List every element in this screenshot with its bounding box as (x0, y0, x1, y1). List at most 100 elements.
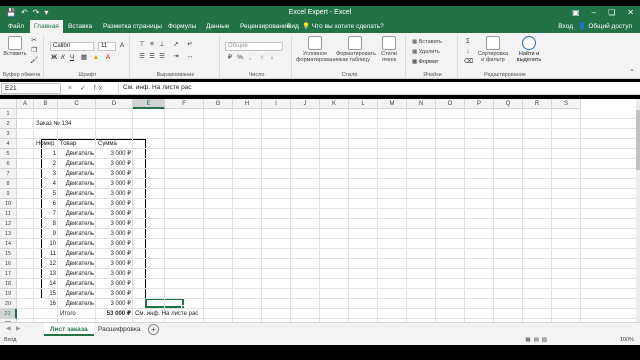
row-header-7[interactable]: 7 (0, 169, 17, 179)
cell-item-name[interactable]: Двигатель (58, 209, 96, 219)
cell-item-number[interactable]: 1 (34, 149, 58, 159)
cell-item-sum[interactable]: 3 000 ₽ (96, 239, 133, 249)
zoom-level[interactable]: 100% (620, 336, 634, 345)
column-header-g[interactable]: G (204, 99, 233, 109)
cell-item-number[interactable]: 16 (34, 299, 58, 309)
row-header-13[interactable]: 13 (0, 229, 17, 239)
cell-item-number[interactable]: 9 (34, 229, 58, 239)
format-as-table-button[interactable]: Форматировать как таблицу (336, 36, 376, 63)
cell-item-sum[interactable]: 3 000 ₽ (96, 259, 133, 269)
row-header-19[interactable]: 19 (0, 289, 17, 299)
fill-icon[interactable]: ↓ (464, 48, 472, 56)
cell-item-number[interactable]: 14 (34, 279, 58, 289)
cut-icon[interactable]: ✂ (30, 37, 38, 45)
italic-icon[interactable]: К (59, 54, 67, 62)
cell-item-name[interactable]: Двигатель (58, 159, 96, 169)
column-header-h[interactable]: H (233, 99, 262, 109)
cell-item-sum[interactable]: 3 000 ₽ (96, 269, 133, 279)
cell-header-item[interactable]: Товар (58, 139, 96, 149)
align-top-icon[interactable]: ⊤ (138, 41, 146, 49)
orientation-icon[interactable]: ➚ (172, 41, 180, 49)
row-header-14[interactable]: 14 (0, 239, 17, 249)
column-header-j[interactable]: J (291, 99, 320, 109)
tab-insert[interactable]: Вставка (64, 20, 96, 33)
row-header-18[interactable]: 18 (0, 279, 17, 289)
cell-item-name[interactable]: Двигатель (58, 249, 96, 259)
cell-item-sum[interactable]: 3 000 ₽ (96, 229, 133, 239)
row-header-10[interactable]: 10 (0, 199, 17, 209)
cell-item-name[interactable]: Двигатель (58, 299, 96, 309)
cell-item-number[interactable]: 15 (34, 289, 58, 299)
cell-item-number[interactable]: 4 (34, 179, 58, 189)
column-header-s[interactable]: S (552, 99, 581, 109)
cell-item-number[interactable]: 2 (34, 159, 58, 169)
decrease-decimal-icon[interactable]: ↓ (268, 54, 276, 62)
column-header-r[interactable]: R (523, 99, 552, 109)
find-select-button[interactable]: Найти и выделить (512, 36, 546, 63)
column-header-e[interactable]: E (133, 99, 165, 109)
align-left-icon[interactable]: ☰ (138, 53, 146, 61)
cell-item-name[interactable]: Двигатель (58, 219, 96, 229)
cell-item-number[interactable]: 7 (34, 209, 58, 219)
cell-item-name[interactable]: Двигатель (58, 229, 96, 239)
paste-button[interactable]: Вставить (3, 36, 27, 57)
row-header-1[interactable]: 1 (0, 109, 17, 119)
cell-header-number[interactable]: Номер (34, 139, 58, 149)
column-header-c[interactable]: C (58, 99, 96, 109)
delete-cells-button[interactable]: ▦ Удалить (412, 49, 440, 55)
cell-item-number[interactable]: 5 (34, 189, 58, 199)
conditional-format-button[interactable]: Условное форматирование (296, 36, 340, 63)
column-header-m[interactable]: M (378, 99, 407, 109)
cell-item-number[interactable]: 10 (34, 239, 58, 249)
cell-b3-order-title[interactable]: Заказ № 134 (34, 119, 114, 129)
cell-item-name[interactable]: Двигатель (58, 149, 96, 159)
cell-item-number[interactable]: 6 (34, 199, 58, 209)
sort-filter-button[interactable]: Сортировка и фильтр (476, 36, 510, 63)
collapse-ribbon-icon[interactable]: ⌃ (628, 69, 636, 77)
column-header-b[interactable]: B (34, 99, 58, 109)
clear-icon[interactable]: ⌫ (464, 58, 473, 66)
cell-item-number[interactable]: 13 (34, 269, 58, 279)
fill-color-icon[interactable]: ▲ (92, 54, 100, 62)
underline-icon[interactable]: Ч (68, 54, 76, 62)
cell-item-number[interactable]: 3 (34, 169, 58, 179)
copy-icon[interactable]: ❐ (30, 47, 38, 55)
increase-font-icon[interactable]: A (118, 42, 126, 50)
cell-item-sum[interactable]: 3 000 ₽ (96, 289, 133, 299)
cell-item-sum[interactable]: 3 000 ₽ (96, 209, 133, 219)
vertical-scroll-thumb[interactable] (636, 110, 640, 170)
cell-styles-button[interactable]: Стили ячеек (376, 36, 402, 63)
format-painter-icon[interactable]: 🖌 (30, 57, 38, 65)
cell-item-name[interactable]: Двигатель (58, 179, 96, 189)
cell-item-number[interactable]: 12 (34, 259, 58, 269)
row-header-15[interactable]: 15 (0, 249, 17, 259)
insert-cells-button[interactable]: ▦ Вставить (412, 39, 442, 45)
select-all-corner[interactable] (0, 99, 17, 109)
sheet-tab-order[interactable]: Лист заказа (44, 323, 94, 336)
bold-icon[interactable]: Ж (50, 54, 58, 62)
cell-total-sum[interactable]: 53 000 ₽ (96, 309, 133, 319)
borders-icon[interactable]: ▦ (80, 54, 88, 62)
cell-item-name[interactable]: Двигатель (58, 189, 96, 199)
column-header-k[interactable]: K (320, 99, 349, 109)
formula-input[interactable]: См. инф. На листе рас (118, 83, 636, 94)
increase-decimal-icon[interactable]: ↑ (258, 54, 266, 62)
column-header-a[interactable]: A (17, 99, 34, 109)
cell-item-name[interactable]: Двигатель (58, 269, 96, 279)
cell-item-name[interactable]: Двигатель (58, 279, 96, 289)
cell-item-name[interactable]: Двигатель (58, 169, 96, 179)
cell-item-sum[interactable]: 3 000 ₽ (96, 159, 133, 169)
cell-total-label[interactable]: Итого (58, 309, 96, 319)
row-header-17[interactable]: 17 (0, 269, 17, 279)
cell-item-sum[interactable]: 3 000 ₽ (96, 219, 133, 229)
tab-data[interactable]: Данные (202, 20, 233, 33)
cell-item-sum[interactable]: 3 000 ₽ (96, 169, 133, 179)
restore-icon[interactable]: ❏ (608, 7, 615, 19)
percent-icon[interactable]: % (236, 54, 244, 62)
cell-item-sum[interactable]: 3 000 ₽ (96, 199, 133, 209)
cell-header-sum[interactable]: Сумма (96, 139, 133, 149)
cell-item-sum[interactable]: 3 000 ₽ (96, 189, 133, 199)
row-header-4[interactable]: 4 (0, 139, 17, 149)
row-header-20[interactable]: 20 (0, 299, 17, 309)
cell-item-name[interactable]: Двигатель (58, 259, 96, 269)
